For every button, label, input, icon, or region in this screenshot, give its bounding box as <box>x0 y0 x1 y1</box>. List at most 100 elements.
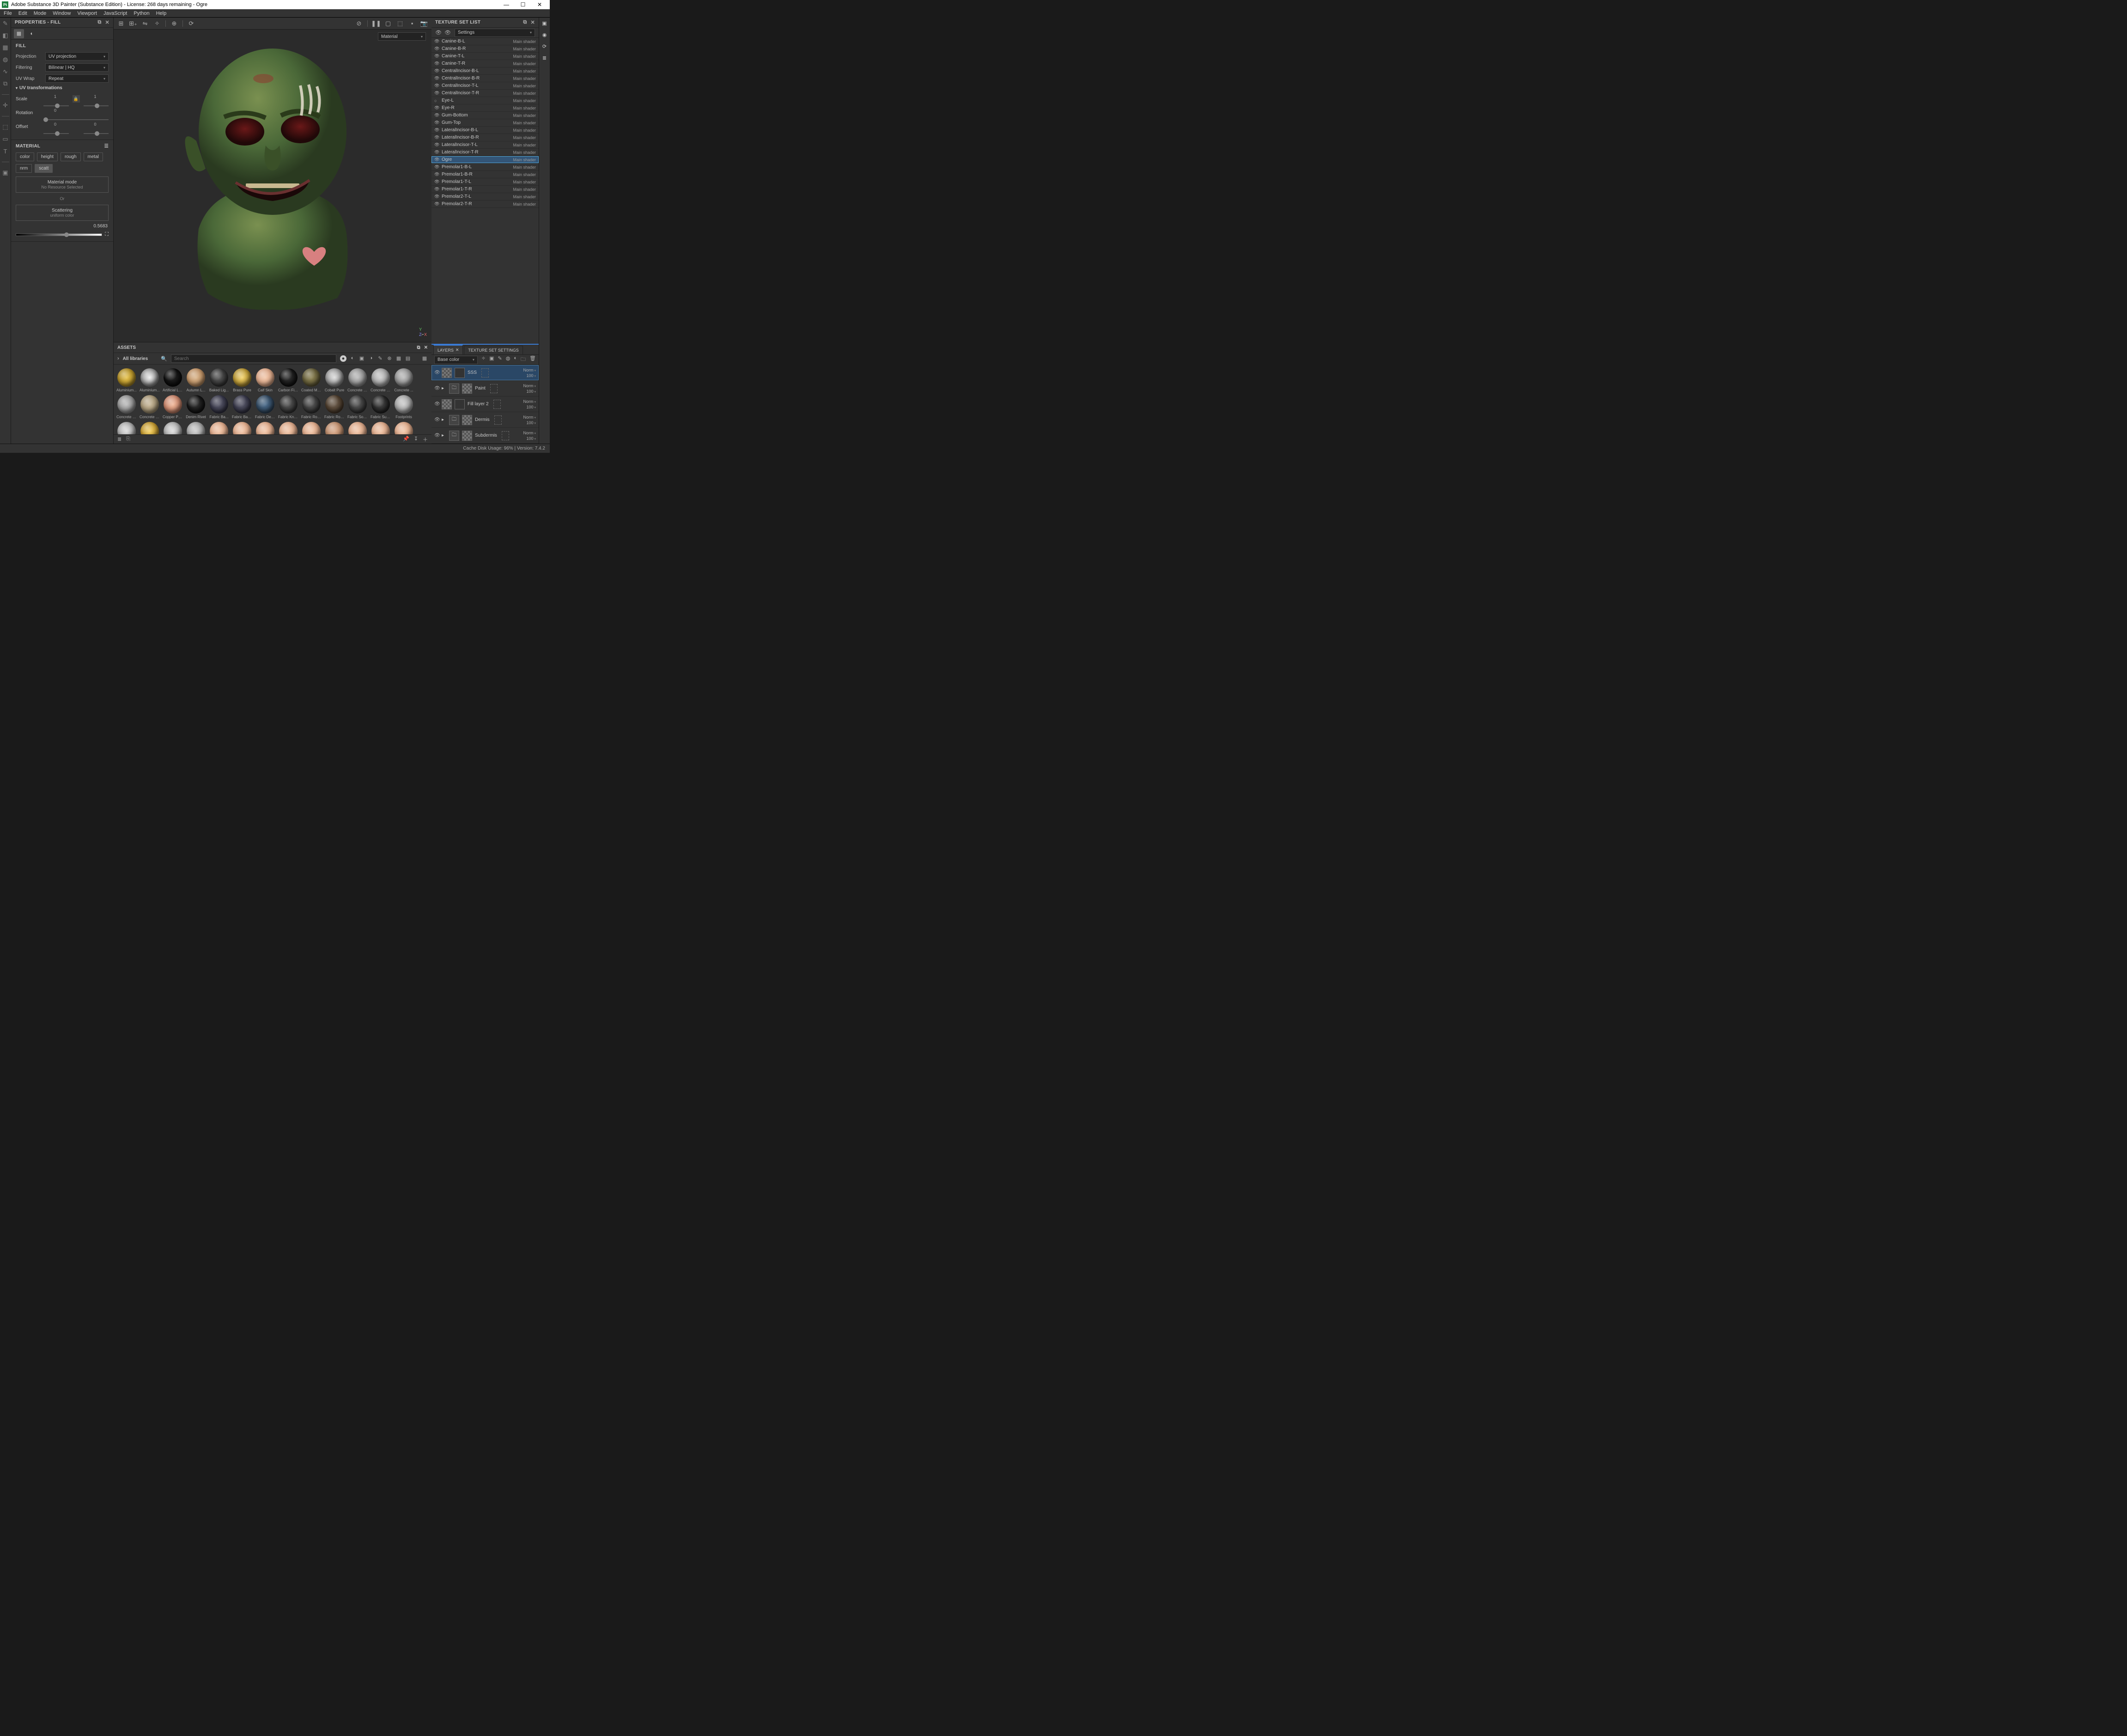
visibility-icon[interactable]: 👁 <box>434 113 439 118</box>
delete-layer-icon[interactable]: 🗑 <box>529 355 536 364</box>
asset-item[interactable]: Fabric Knit... <box>278 395 298 419</box>
material-mode-slot[interactable]: Material mode No Resource Selected <box>16 177 109 193</box>
menu-window[interactable]: Window <box>53 11 71 16</box>
scatter-expand-icon[interactable]: ⛶ <box>105 231 109 238</box>
blend-mode[interactable]: Norm <box>523 384 536 388</box>
opacity[interactable]: 100 <box>527 389 536 394</box>
layer-visibility-icon[interactable]: 👁 <box>434 386 439 391</box>
scale-x-slider[interactable] <box>43 105 69 106</box>
asset-item[interactable]: Glitter <box>116 422 137 434</box>
layer-visibility-icon[interactable]: 👁 <box>434 433 439 438</box>
channel-dropdown[interactable]: Base color▾ <box>434 356 478 364</box>
add-icon[interactable]: ⊕ <box>170 20 178 27</box>
window-maximize-icon[interactable]: ☐ <box>515 1 531 8</box>
asset-item[interactable]: Autumn L... <box>186 368 206 392</box>
polyfill-tool-icon[interactable]: ⬚ <box>2 124 9 130</box>
texture-set-row[interactable]: 👁Canine-B-RMain shader <box>431 45 539 53</box>
camera-icon[interactable]: 📷 <box>420 20 428 27</box>
visibility-icon[interactable]: 👁 <box>434 187 439 192</box>
blend-mode[interactable]: Norm <box>523 415 536 420</box>
scatter-slider[interactable] <box>16 233 102 236</box>
texture-set-row[interactable]: 👁CentralIncisor-B-LMain shader <box>431 67 539 75</box>
3d-viewport[interactable]: Material▾ <box>114 30 431 342</box>
visibility-icon[interactable]: 👁 <box>434 68 439 73</box>
layer-mask-slot[interactable] <box>502 431 509 440</box>
visibility-icon[interactable]: 👁 <box>434 201 439 207</box>
visibility-icon[interactable]: 👁 <box>434 54 439 59</box>
asset-item[interactable]: Fabric Ba... <box>209 395 229 419</box>
visibility-icon[interactable]: 👁 <box>434 179 439 184</box>
blend-mode[interactable]: Norm <box>523 399 536 404</box>
asset-item[interactable] <box>186 422 206 434</box>
texture-set-row[interactable]: 👁Gum-BottomMain shader <box>431 112 539 119</box>
layer-mask-slot[interactable] <box>494 415 502 425</box>
grid-plus-icon[interactable]: ⊞₊ <box>129 20 137 27</box>
material-view-dropdown[interactable]: Material▾ <box>378 32 426 41</box>
texture-set-row[interactable]: 👁LateralIncisor-T-RMain shader <box>431 149 539 156</box>
channel-metal[interactable]: metal <box>84 152 103 161</box>
ts-solo-icon[interactable]: 👁 <box>444 30 451 36</box>
picker-tool-icon[interactable]: ✛ <box>2 102 9 109</box>
asset-item[interactable]: Aluminium... <box>116 368 137 392</box>
asset-item[interactable]: Denim Rivet <box>186 395 206 419</box>
opacity[interactable]: 100 <box>527 373 536 378</box>
eraser-tool-icon[interactable]: ◧ <box>2 32 9 39</box>
asset-item[interactable]: Calf Skin <box>255 368 275 392</box>
visibility-icon[interactable]: 👁 <box>434 164 439 170</box>
rs-log-icon[interactable]: ≣ <box>542 55 547 61</box>
texture-set-row[interactable]: 👁CentralIncisor-T-LMain shader <box>431 82 539 90</box>
texture-set-row[interactable]: 👁LateralIncisor-B-LMain shader <box>431 127 539 134</box>
texture-set-row[interactable]: 👁Premolar2-T-RMain shader <box>431 201 539 208</box>
channel-color[interactable]: color <box>16 152 34 161</box>
visibility-icon[interactable]: 👁 <box>434 83 439 88</box>
layer-row[interactable]: 👁▸🗀SubdermisNorm100 <box>431 428 539 444</box>
visibility-icon[interactable]: 👁 <box>434 105 439 110</box>
text-tool-icon[interactable]: T <box>2 148 9 154</box>
asset-item[interactable] <box>255 422 275 434</box>
menu-mode[interactable]: Mode <box>34 11 47 16</box>
offset-y-slider[interactable] <box>84 133 109 134</box>
channel-height[interactable]: height <box>37 152 58 161</box>
asset-item[interactable]: Concrete B... <box>347 368 368 392</box>
menu-help[interactable]: Help <box>156 11 167 16</box>
menu-javascript[interactable]: JavaScript <box>103 11 127 16</box>
resource-tool-icon[interactable]: ▣ <box>2 170 9 176</box>
tab-layers[interactable]: LAYERS✕ <box>433 345 463 354</box>
visibility-icon[interactable]: 👁 <box>434 172 439 177</box>
tab-close-icon[interactable]: ✕ <box>456 347 459 353</box>
visibility-icon[interactable]: 👁 <box>434 61 439 66</box>
add-paint-layer-icon[interactable]: ✎ <box>498 355 502 364</box>
visibility-icon[interactable]: 👁 <box>434 194 439 199</box>
rs-globe-icon[interactable]: ◉ <box>542 32 547 38</box>
channel-scatt[interactable]: scatt <box>35 164 53 173</box>
asset-item[interactable]: Baked Lig... <box>209 368 229 392</box>
blend-mode[interactable]: Norm <box>523 431 536 435</box>
layer-row[interactable]: 👁SSSNorm100 <box>431 365 539 381</box>
asset-item[interactable] <box>371 422 391 434</box>
visibility-icon[interactable]: 👁 <box>434 46 439 51</box>
refresh-icon[interactable]: ⟳ <box>188 20 195 27</box>
add-folder-icon[interactable]: 🗀 <box>521 355 526 364</box>
grid-icon[interactable]: ⊞ <box>117 20 125 27</box>
opacity[interactable]: 100 <box>527 405 536 409</box>
uv-transformations-header[interactable]: UV transformations <box>16 85 109 91</box>
filter-material-icon[interactable]: ● <box>340 355 346 362</box>
channel-rough[interactable]: rough <box>61 152 81 161</box>
layer-row[interactable]: 👁▸🗀DermisNorm100 <box>431 412 539 428</box>
filter-brush-icon[interactable]: ✎ <box>377 355 383 362</box>
opacity[interactable]: 100 <box>527 420 536 425</box>
layer-visibility-icon[interactable]: 👁 <box>434 402 439 407</box>
menu-file[interactable]: File <box>4 11 12 16</box>
asset-item[interactable] <box>347 422 368 434</box>
asset-item[interactable]: Fabric Rou... <box>324 395 345 419</box>
add-smart-icon[interactable]: ◐ <box>514 355 517 364</box>
asset-item[interactable] <box>324 422 345 434</box>
ts-close-icon[interactable]: ✕ <box>530 19 535 25</box>
visibility-icon[interactable]: 👁 <box>434 128 439 133</box>
add-mask-icon[interactable]: ▣ <box>489 355 494 364</box>
asset-item[interactable]: Footprints <box>394 395 414 419</box>
asset-item[interactable]: Concrete ... <box>394 368 414 392</box>
texture-set-row[interactable]: 👁Eye-RMain shader <box>431 104 539 112</box>
asset-item[interactable] <box>278 422 298 434</box>
asset-item[interactable]: Fabric Rou... <box>301 395 322 419</box>
